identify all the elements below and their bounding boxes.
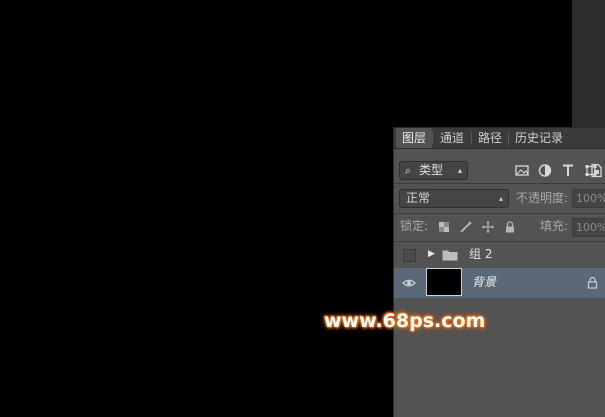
workspace-background xyxy=(572,0,605,130)
updown-arrow-icon: ▴ xyxy=(498,194,503,203)
site-watermark: www.68ps.com xyxy=(324,310,486,332)
lock-icon xyxy=(587,276,598,289)
layer-row-group[interactable]: ▶ 组 2 xyxy=(394,242,605,269)
lock-position-icon[interactable] xyxy=(481,220,495,234)
filter-kind-select[interactable]: ⌕ 类型 ▴ xyxy=(399,161,468,180)
layer-name[interactable]: 组 2 xyxy=(469,246,492,263)
updown-arrow-icon: ▴ xyxy=(457,166,462,175)
tab-channels[interactable]: 通道 xyxy=(434,128,470,148)
divider xyxy=(394,183,605,184)
lock-label: 锁定: xyxy=(400,219,429,233)
lock-image-pixels-icon[interactable] xyxy=(459,220,473,234)
opacity-input[interactable]: 100% xyxy=(572,189,605,208)
panel-tab-bar: 图层 通道 路径 历史记录 xyxy=(394,128,605,149)
expand-triangle-icon[interactable]: ▶ xyxy=(428,248,435,261)
tab-divider xyxy=(471,132,472,145)
smart-object-filter-icon-glyph[interactable] xyxy=(588,161,604,180)
blend-mode-select[interactable]: 正常 ▴ xyxy=(399,189,509,208)
tab-divider xyxy=(508,132,509,145)
folder-icon xyxy=(442,250,458,261)
tab-history[interactable]: 历史记录 xyxy=(510,128,568,148)
layer-filter-row: ⌕ 类型 ▴ xyxy=(394,150,605,180)
visibility-toggle[interactable] xyxy=(403,249,416,262)
type-filter-icon[interactable] xyxy=(560,161,576,180)
filter-kind-label: 类型 xyxy=(419,163,444,177)
layer-row-background[interactable]: 背景 xyxy=(394,268,605,298)
divider xyxy=(394,213,605,214)
opacity-label: 不透明度: xyxy=(516,191,569,205)
tab-paths[interactable]: 路径 xyxy=(473,128,507,148)
eye-icon[interactable] xyxy=(402,276,416,290)
layer-name[interactable]: 背景 xyxy=(472,274,496,291)
layer-thumbnail[interactable] xyxy=(426,268,462,296)
fill-input[interactable]: 100% xyxy=(572,218,605,237)
lock-transparent-pixels-icon[interactable] xyxy=(437,220,451,234)
adjustment-filter-icon[interactable] xyxy=(537,161,553,180)
image-filter-icon[interactable] xyxy=(514,161,530,180)
blend-mode-value: 正常 xyxy=(406,191,431,205)
tab-divider xyxy=(432,132,433,145)
search-icon: ⌕ xyxy=(405,164,412,177)
fill-label: 填充: xyxy=(540,219,569,233)
tab-layers[interactable]: 图层 xyxy=(396,128,432,148)
layers-panel: 图层 通道 路径 历史记录 ⌕ 类型 ▴ 正常 ▴ 不透明度: 100% 锁定:… xyxy=(393,127,605,417)
lock-all-icon[interactable] xyxy=(503,220,517,234)
